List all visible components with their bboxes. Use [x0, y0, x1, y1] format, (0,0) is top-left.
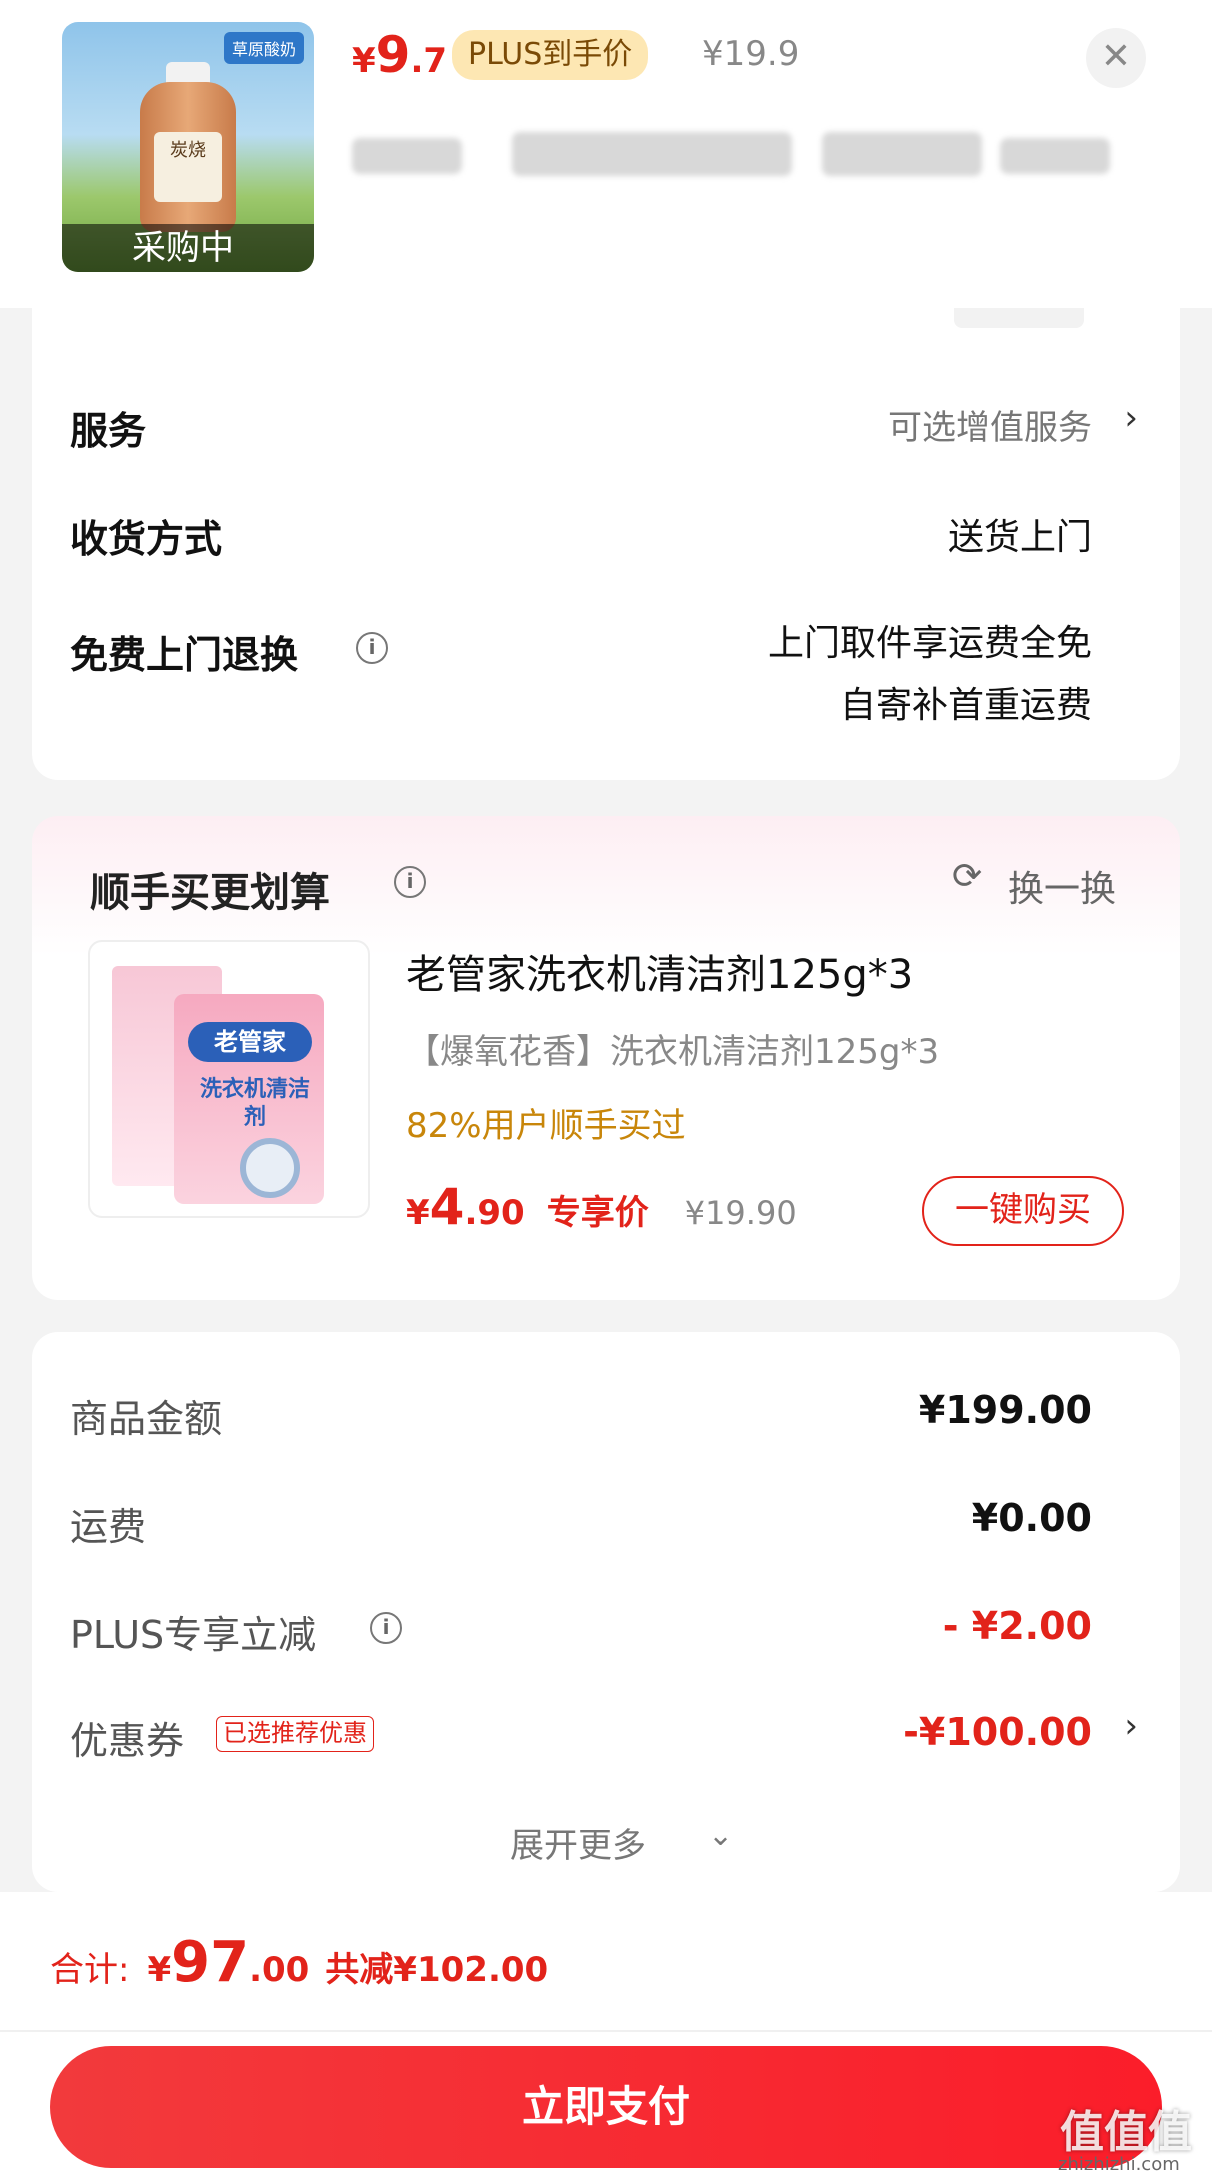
original-price: ¥19.9	[702, 34, 800, 74]
footer-divider	[0, 2030, 1212, 2032]
delivery-value[interactable]: 送货上门	[948, 508, 1092, 560]
washer-drum-shape	[240, 1138, 300, 1198]
free-return-line1: 上门取件享运费全免	[767, 623, 1092, 664]
plus-price-tag: PLUS到手价	[452, 30, 649, 80]
total-price: 合计: ¥ 97 .00 共减¥102.00	[50, 1930, 548, 1995]
addon-product-name[interactable]: 老管家洗衣机清洁剂125g*3	[406, 942, 913, 1000]
product-brand-text: 老管家	[188, 1022, 312, 1062]
blurred-title-2	[512, 132, 792, 176]
expand-more-button[interactable]: 展开更多	[510, 1818, 646, 1867]
chevron-down-icon[interactable]: ⌄	[708, 1818, 733, 1853]
chevron-right-icon[interactable]: ›	[1124, 398, 1138, 438]
total-integer: 97	[171, 1930, 250, 1995]
header-price: ¥ 9 .7	[352, 26, 447, 86]
currency-symbol: ¥	[147, 1950, 172, 1990]
price-summary-card: 商品金额 ¥199.00 运费 ¥0.00 PLUS专享立减 i - ¥2.00…	[32, 1332, 1180, 1892]
goods-amount-label: 商品金额	[70, 1397, 223, 1441]
refresh-button[interactable]: 换一换	[1008, 860, 1116, 912]
addon-product-variant: 【爆氧花香】洗衣机清洁剂125g*3	[406, 1032, 940, 1072]
watermark-logo: 值值值	[1060, 2107, 1192, 2158]
service-label: 服务	[70, 409, 147, 453]
social-proof-text: 82%用户顺手买过	[406, 1106, 686, 1146]
goods-amount-value: ¥199.00	[918, 1388, 1092, 1432]
currency-symbol: ¥	[406, 1193, 430, 1233]
total-label: 合计:	[50, 1950, 130, 1990]
price-decimal: .7	[410, 41, 448, 81]
one-click-buy-button[interactable]: 一键购买	[922, 1176, 1124, 1246]
currency-symbol: ¥	[352, 41, 376, 81]
blurred-title-1	[352, 138, 462, 174]
product-thumbnail[interactable]: 草原酸奶 炭烧 采购中	[62, 22, 314, 272]
info-icon[interactable]: i	[356, 632, 388, 664]
delivery-label: 收货方式	[70, 517, 223, 561]
info-icon[interactable]: i	[394, 866, 426, 898]
coupon-applied-tag: 已选推荐优惠	[216, 1716, 374, 1752]
shipping-label: 运费	[70, 1505, 147, 1549]
blurred-title-4	[1000, 138, 1110, 174]
checkout-footer: 合计: ¥ 97 .00 共减¥102.00 立即支付 值值值 zhizhizh…	[0, 1892, 1212, 2183]
order-options-card: 服务 可选增值服务 › 收货方式 送货上门 免费上门退换 i 上门取件享运费全免…	[32, 250, 1180, 780]
exclusive-price-tag: 专享价	[546, 1193, 649, 1233]
refresh-icon[interactable]: ⟳	[952, 856, 982, 897]
addon-product-image[interactable]: 老管家 洗衣机清洁剂	[88, 940, 370, 1218]
bottle-label: 炭烧	[154, 132, 222, 202]
coupon-value[interactable]: -¥100.00	[903, 1710, 1092, 1754]
addon-recommend-card: 顺手买更划算 i ⟳ 换一换 老管家 洗衣机清洁剂 老管家洗衣机清洁剂125g*…	[32, 816, 1180, 1300]
free-return-line2: 自寄补首重运费	[839, 685, 1092, 726]
watermark-url: zhizhizhi.com	[1058, 2154, 1180, 2175]
info-icon[interactable]: i	[370, 1612, 402, 1644]
total-decimal: .00	[249, 1950, 310, 1990]
service-value[interactable]: 可选增值服务	[888, 400, 1092, 449]
price-integer: 4	[429, 1178, 465, 1236]
free-return-label: 免费上门退换	[70, 633, 299, 677]
plus-discount-value: - ¥2.00	[942, 1604, 1092, 1648]
coupon-label: 优惠券	[70, 1719, 185, 1763]
addon-original-price: ¥19.90	[684, 1194, 797, 1232]
addon-title: 顺手买更划算	[90, 870, 330, 916]
addon-price: ¥ 4 .90 专享价 ¥19.90	[406, 1178, 797, 1236]
shipping-value: ¥0.00	[971, 1496, 1092, 1540]
chevron-right-icon[interactable]: ›	[1124, 1706, 1138, 1746]
blurred-title-3	[822, 132, 982, 176]
price-decimal: .90	[464, 1193, 525, 1233]
product-header: 草原酸奶 炭烧 采购中 ¥ 9 .7 PLUS到手价 ¥19.9 ✕	[0, 0, 1212, 308]
purchase-status: 采购中	[62, 224, 314, 272]
close-icon[interactable]: ✕	[1086, 28, 1146, 88]
total-saved: 共减¥102.00	[325, 1950, 549, 1990]
plus-discount-label: PLUS专享立减	[70, 1613, 317, 1657]
pay-now-button[interactable]: 立即支付	[50, 2046, 1162, 2168]
thumb-badge: 草原酸奶	[223, 32, 304, 64]
product-pack-text: 洗衣机清洁剂	[200, 1077, 311, 1130]
price-integer: 9	[375, 26, 411, 84]
